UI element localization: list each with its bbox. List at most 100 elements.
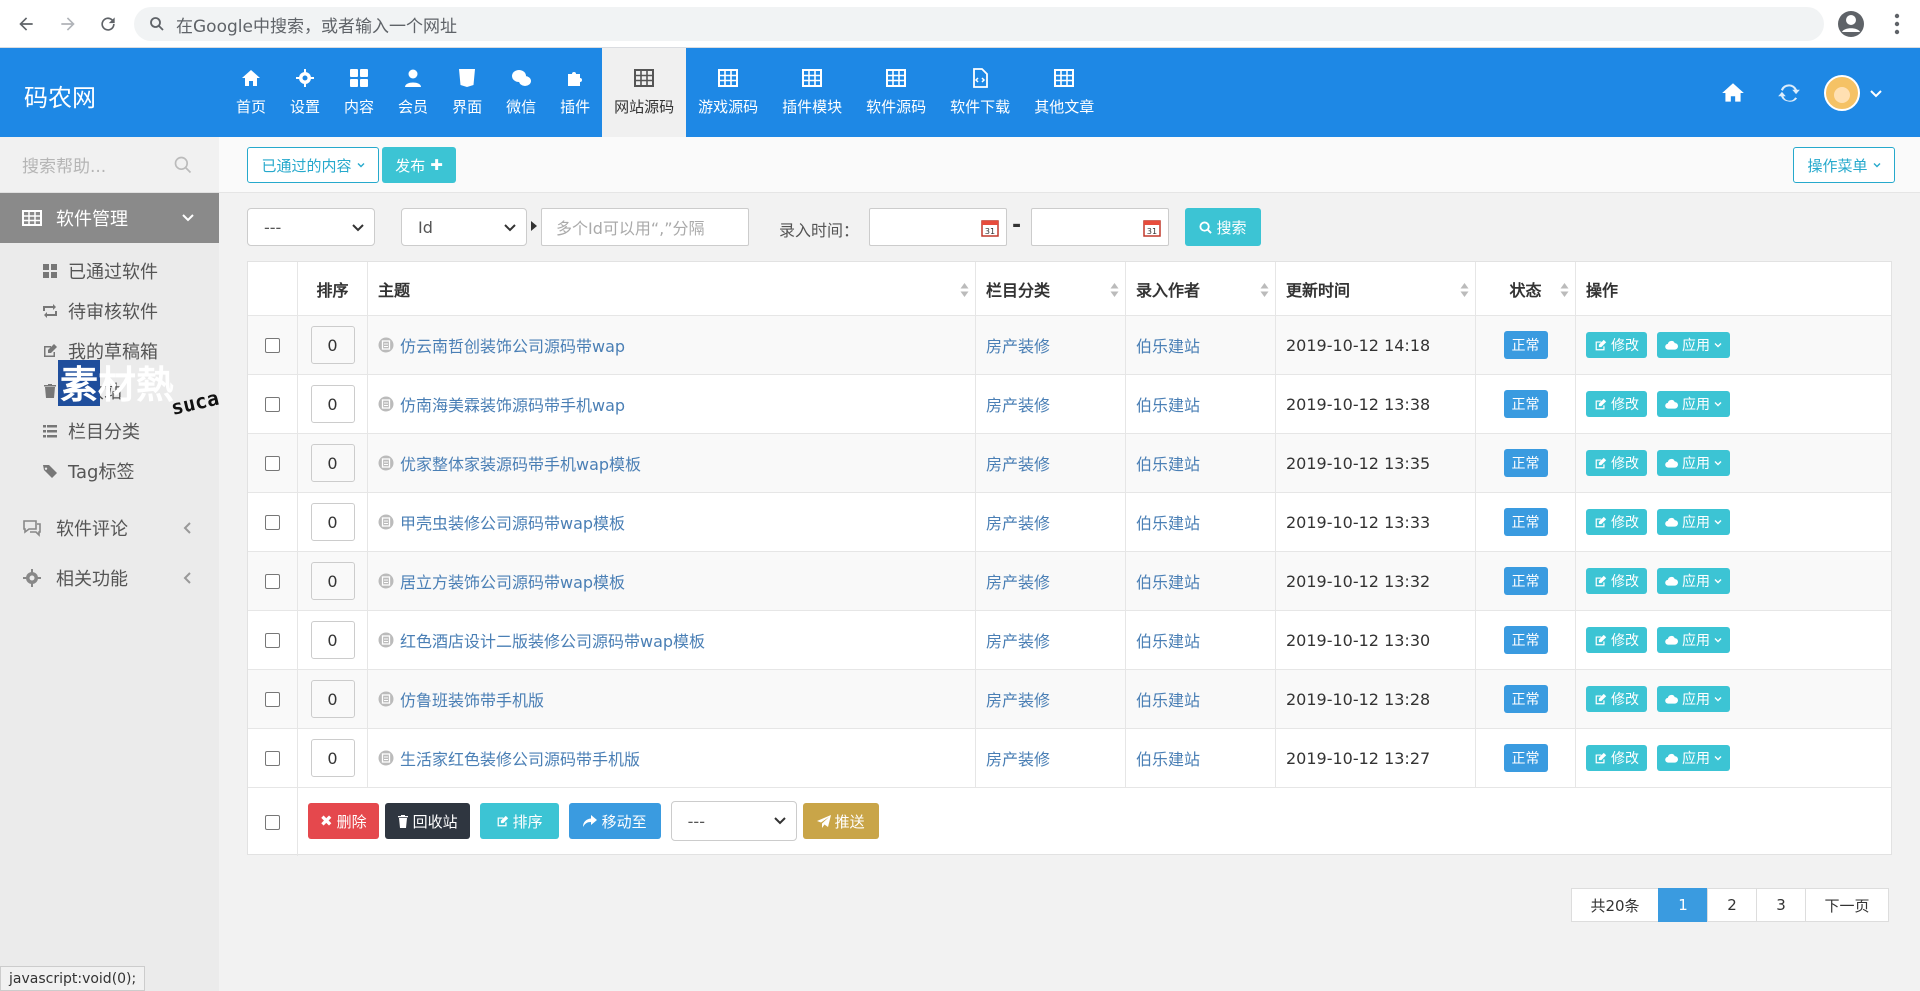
row-title-link[interactable]: 红色酒店设计二版装修公司源码带wap模板 [378,628,705,652]
order-input[interactable]: 0 [310,680,355,718]
sidebar-group-related-functions[interactable]: 相关功能 [0,553,219,603]
topnav-item[interactable]: 设置 [278,48,332,137]
row-checkbox[interactable] [265,514,280,530]
order-input[interactable]: 0 [310,326,355,364]
edit-button[interactable]: 修改 [1586,627,1647,653]
edit-button[interactable]: 修改 [1586,332,1647,358]
sidebar-item-approved[interactable]: 已通过软件 [42,251,158,291]
browser-menu-button[interactable] [1882,9,1912,39]
order-input[interactable]: 0 [310,739,355,777]
date-start-input[interactable]: 31 [869,208,1007,246]
row-category[interactable]: 房产装修 [986,628,1050,652]
filter-field-select[interactable]: Id [401,208,527,246]
apply-dropdown-button[interactable]: 应用 [1657,509,1730,535]
page-button[interactable]: 1 [1658,888,1708,922]
topnav-item[interactable]: 微信 [494,48,548,137]
row-checkbox[interactable] [265,632,280,648]
row-title-link[interactable]: 仿南海美霖装饰源码带手机wap [378,392,625,416]
order-input[interactable]: 0 [310,503,355,541]
apply-dropdown-button[interactable]: 应用 [1657,627,1730,653]
header-category[interactable]: 栏目分类 [976,262,1126,315]
edit-button[interactable]: 修改 [1586,686,1647,712]
next-page-button[interactable]: 下一页 [1805,888,1889,922]
header-author[interactable]: 录入作者 [1126,262,1276,315]
reload-button[interactable] [94,10,122,38]
topnav-item[interactable]: 插件 [548,48,602,137]
row-title-link[interactable]: 甲壳虫装修公司源码带wap模板 [378,510,625,534]
forward-button[interactable] [54,10,82,38]
edit-button[interactable]: 修改 [1586,745,1647,771]
row-title-link[interactable]: 生活家红色装修公司源码带手机版 [378,746,640,770]
sidebar-search[interactable]: 搜索帮助... [0,137,219,193]
address-bar[interactable]: 在Google中搜索，或者输入一个网址 [134,7,1824,41]
date-end-input[interactable]: 31 [1031,208,1169,246]
order-input[interactable]: 0 [310,385,355,423]
header-title[interactable]: 主题 [368,262,976,315]
topnav-item[interactable]: 内容 [332,48,386,137]
row-author[interactable]: 伯乐建站 [1136,687,1200,711]
ops-menu-button[interactable]: 操作菜单 [1793,147,1895,183]
row-title-link[interactable]: 居立方装饰公司源码带wap模板 [378,569,625,593]
row-category[interactable]: 房产装修 [986,392,1050,416]
refresh-cache-button[interactable] [1776,48,1802,137]
edit-button[interactable]: 修改 [1586,450,1647,476]
topnav-item[interactable]: 游戏源码 [686,48,770,137]
search-button[interactable]: 搜索 [1185,208,1261,246]
row-title-link[interactable]: 优家整体家装源码带手机wap模板 [378,451,641,475]
filter-select-1[interactable]: --- [247,208,375,246]
row-author[interactable]: 伯乐建站 [1136,333,1200,357]
topnav-item[interactable]: 插件模块 [770,48,854,137]
page-button[interactable]: 3 [1756,888,1806,922]
sidebar-group-software-management[interactable]: 软件管理 [0,193,219,243]
row-title-link[interactable]: 仿云南哲创装饰公司源码带wap [378,333,625,357]
id-input[interactable]: 多个Id可以用“,”分隔 [541,208,749,246]
row-checkbox[interactable] [265,573,280,589]
row-checkbox[interactable] [265,750,280,766]
row-category[interactable]: 房产装修 [986,746,1050,770]
apply-dropdown-button[interactable]: 应用 [1657,568,1730,594]
row-category[interactable]: 房产装修 [986,451,1050,475]
row-category[interactable]: 房产装修 [986,687,1050,711]
content-filter-dropdown[interactable]: 已通过的内容 [247,147,379,183]
apply-dropdown-button[interactable]: 应用 [1657,450,1730,476]
sidebar-item-tags[interactable]: Tag标签 [42,451,134,491]
home-shortcut[interactable] [1720,48,1746,137]
sort-button[interactable]: 排序 [479,803,559,839]
row-checkbox[interactable] [265,455,280,471]
topnav-item[interactable]: 软件下载 [938,48,1022,137]
edit-button[interactable]: 修改 [1586,391,1647,417]
row-checkbox[interactable] [265,691,280,707]
delete-button[interactable]: ✖ 删除 [308,803,379,839]
page-button[interactable]: 2 [1707,888,1757,922]
order-input[interactable]: 0 [310,562,355,600]
topnav-item[interactable]: 其他文章 [1022,48,1106,137]
header-updated[interactable]: 更新时间 [1276,262,1476,315]
edit-button[interactable]: 修改 [1586,568,1647,594]
publish-button[interactable]: 发布 ✚ [382,147,456,183]
order-input[interactable]: 0 [310,444,355,482]
recycle-button[interactable]: 回收站 [384,803,470,839]
move-to-button[interactable]: 移动至 [568,803,661,839]
sidebar-group-software-comments[interactable]: 软件评论 [0,503,219,553]
order-input[interactable]: 0 [310,621,355,659]
move-target-select[interactable]: --- [670,801,797,841]
row-checkbox[interactable] [265,396,280,412]
back-button[interactable] [12,10,40,38]
edit-button[interactable]: 修改 [1586,509,1647,535]
topnav-item[interactable]: 软件源码 [854,48,938,137]
row-author[interactable]: 伯乐建站 [1136,628,1200,652]
user-menu[interactable] [1824,48,1882,137]
apply-dropdown-button[interactable]: 应用 [1657,332,1730,358]
topnav-item[interactable]: 会员 [386,48,440,137]
row-author[interactable]: 伯乐建站 [1136,392,1200,416]
apply-dropdown-button[interactable]: 应用 [1657,686,1730,712]
sidebar-item-pending[interactable]: 待审核软件 [42,291,158,331]
row-category[interactable]: 房产装修 [986,510,1050,534]
topnav-item[interactable]: 界面 [440,48,494,137]
profile-button[interactable] [1836,9,1866,39]
row-checkbox[interactable] [265,337,280,353]
select-all-checkbox[interactable] [265,814,280,830]
row-author[interactable]: 伯乐建站 [1136,510,1200,534]
topnav-item[interactable]: 网站源码 [602,48,687,137]
topnav-item[interactable]: 首页 [224,48,278,137]
